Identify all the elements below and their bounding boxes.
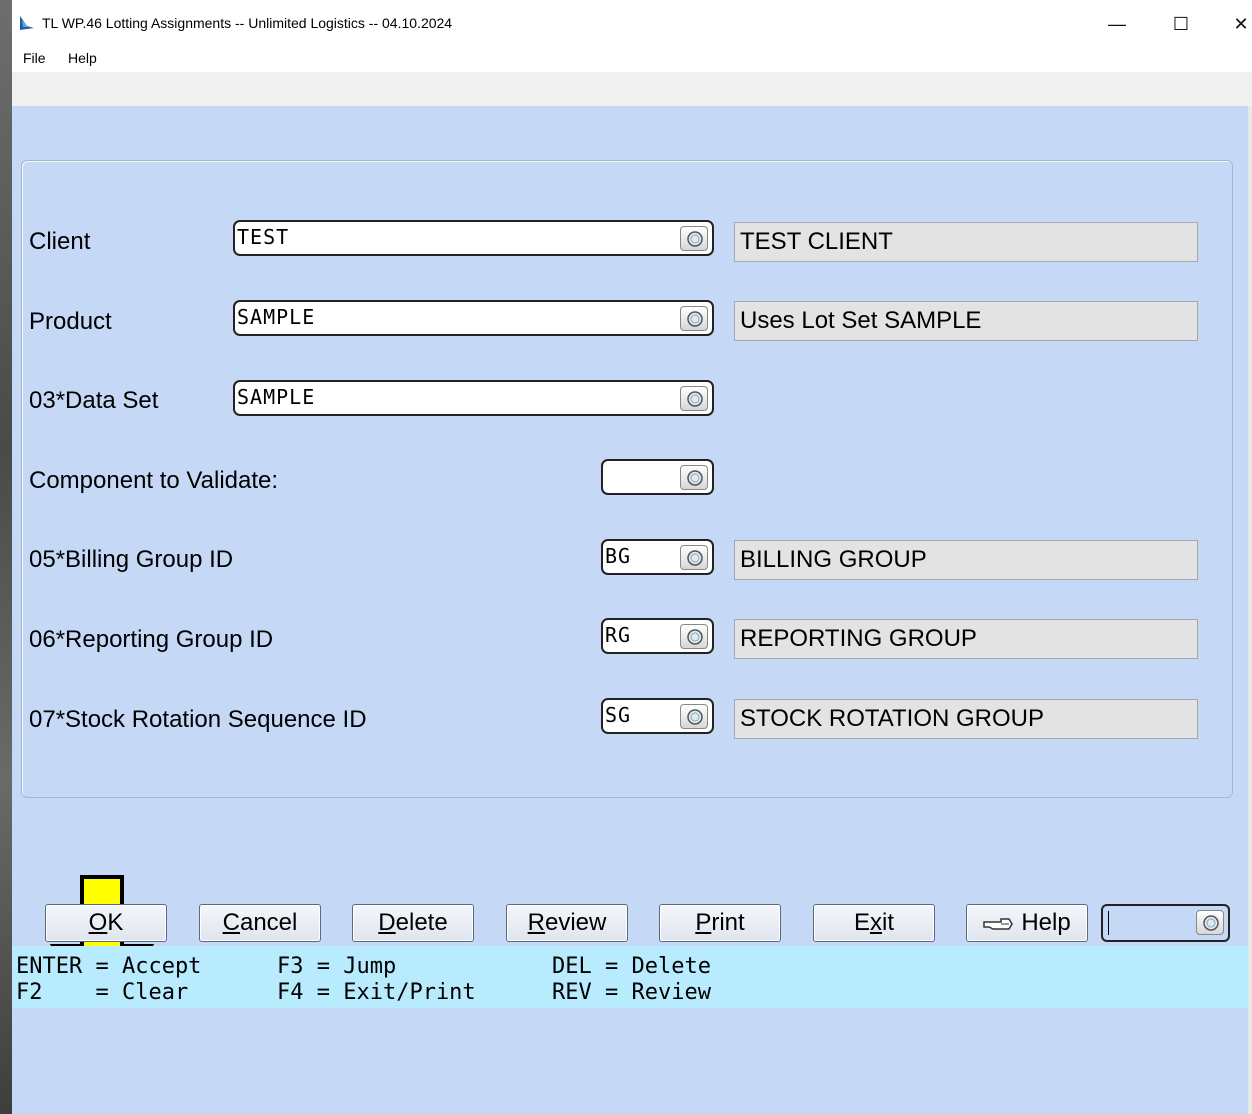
magnifier-icon [1203,915,1219,931]
exit-label-pre: E [853,909,870,936]
review-hotkey: R [527,909,545,936]
magnifier-icon [687,231,703,247]
key-hint: DEL = Delete [552,954,711,979]
pointing-hand-icon [983,917,1014,930]
magnifier-icon [687,470,703,486]
close-button[interactable]: ✕ [1218,6,1252,42]
cancel-hotkey: C [222,909,240,936]
product-description: Uses Lot Set SAMPLE [734,301,1198,341]
magnifier-icon [687,391,703,407]
client-value: TEST [237,225,290,249]
window-right-border [1248,106,1252,1114]
magnifier-icon [687,629,703,645]
delete-hotkey: D [378,909,396,936]
cancel-button[interactable]: Cancel [199,904,321,942]
ok-button[interactable]: OK [45,904,167,942]
exit-button[interactable]: Exit [813,904,935,942]
magnifier-icon [687,550,703,566]
command-input[interactable] [1101,904,1230,942]
reporting-group-lookup-button[interactable] [680,624,708,649]
maximize-button[interactable]: ☐ [1158,6,1204,42]
delete-label-rest: elete [395,909,448,936]
data-set-lookup-button[interactable] [680,386,708,411]
stock-rotation-description-text: STOCK ROTATION GROUP [740,705,1045,732]
help-button[interactable]: Help [966,904,1088,942]
billing-group-input[interactable]: BG [601,539,714,575]
stock-rotation-input[interactable]: SG [601,698,714,734]
stock-rotation-lookup-button[interactable] [680,704,708,729]
print-label-rest: rint [711,909,745,936]
reporting-group-input[interactable]: RG [601,618,714,654]
command-lookup-button[interactable] [1196,910,1224,935]
component-lookup-button[interactable] [680,465,708,490]
billing-group-lookup-button[interactable] [680,545,708,570]
product-description-text: Uses Lot Set SAMPLE [740,307,982,334]
window-title: TL WP.46 Lotting Assignments -- Unlimite… [42,15,453,31]
billing-group-value: BG [605,544,632,568]
review-label-rest: eview [544,909,607,936]
reporting-group-description-text: REPORTING GROUP [740,625,977,652]
product-label: Product [29,308,112,335]
exit-hotkey: x [870,909,882,936]
app-window: TL WP.46 Lotting Assignments -- Unlimite… [12,0,1252,1114]
print-button[interactable]: Print [659,904,781,942]
client-lookup-button[interactable] [680,226,708,251]
client-label: Client [29,228,91,255]
client-input[interactable]: TEST [233,220,714,256]
key-hint: F3 = Jump [277,954,397,979]
cancel-label-rest: ancel [239,909,298,936]
text-caret [1108,911,1109,935]
menu-help[interactable]: Help [65,50,100,66]
review-button[interactable]: Review [506,904,628,942]
billing-group-label: 05*Billing Group ID [29,546,234,573]
key-hint: F4 = Exit/Print [277,980,476,1005]
app-logo-icon [20,16,34,30]
reporting-group-value: RG [605,623,632,647]
product-lookup-button[interactable] [680,306,708,331]
magnifier-icon [687,709,703,725]
exit-label-rest: it [882,909,894,936]
stock-rotation-description: STOCK ROTATION GROUP [734,699,1198,739]
reporting-group-description: REPORTING GROUP [734,619,1198,659]
billing-group-description: BILLING GROUP [734,540,1198,580]
title-bar: TL WP.46 Lotting Assignments -- Unlimite… [12,0,1252,48]
component-label: Component to Validate: [29,467,279,494]
client-area: Client TEST TEST CLIENT Product SAMPLE U… [12,106,1252,1114]
key-help-bar: ENTER = Accept F3 = Jump DEL = Delete F2… [12,946,1252,1008]
key-hint: F2 = Clear [16,980,189,1005]
menu-bar: File Help [12,48,1252,72]
stock-rotation-value: SG [605,703,632,727]
data-set-value: SAMPLE [237,385,316,409]
delete-button[interactable]: Delete [352,904,474,942]
menu-file[interactable]: File [20,50,49,66]
key-hint: REV = Review [552,980,711,1005]
product-input[interactable]: SAMPLE [233,300,714,336]
help-label: Help [1021,909,1071,936]
client-description-text: TEST CLIENT [740,228,893,255]
data-set-label: 03*Data Set [29,387,159,414]
key-hint: ENTER = Accept [16,954,202,979]
client-description: TEST CLIENT [734,222,1198,262]
stock-rotation-label: 07*Stock Rotation Sequence ID [29,706,367,733]
toolbar-strip [12,72,1252,107]
magnifier-icon [687,311,703,327]
reporting-group-label: 06*Reporting Group ID [29,626,274,653]
component-input[interactable] [601,459,714,495]
ok-label-rest: K [107,909,124,936]
product-value: SAMPLE [237,305,316,329]
print-hotkey: P [695,909,712,936]
minimize-button[interactable]: — [1094,6,1140,42]
data-set-input[interactable]: SAMPLE [233,380,714,416]
billing-group-description-text: BILLING GROUP [740,546,927,573]
desktop-background [0,0,12,1114]
ok-hotkey: O [88,909,108,936]
